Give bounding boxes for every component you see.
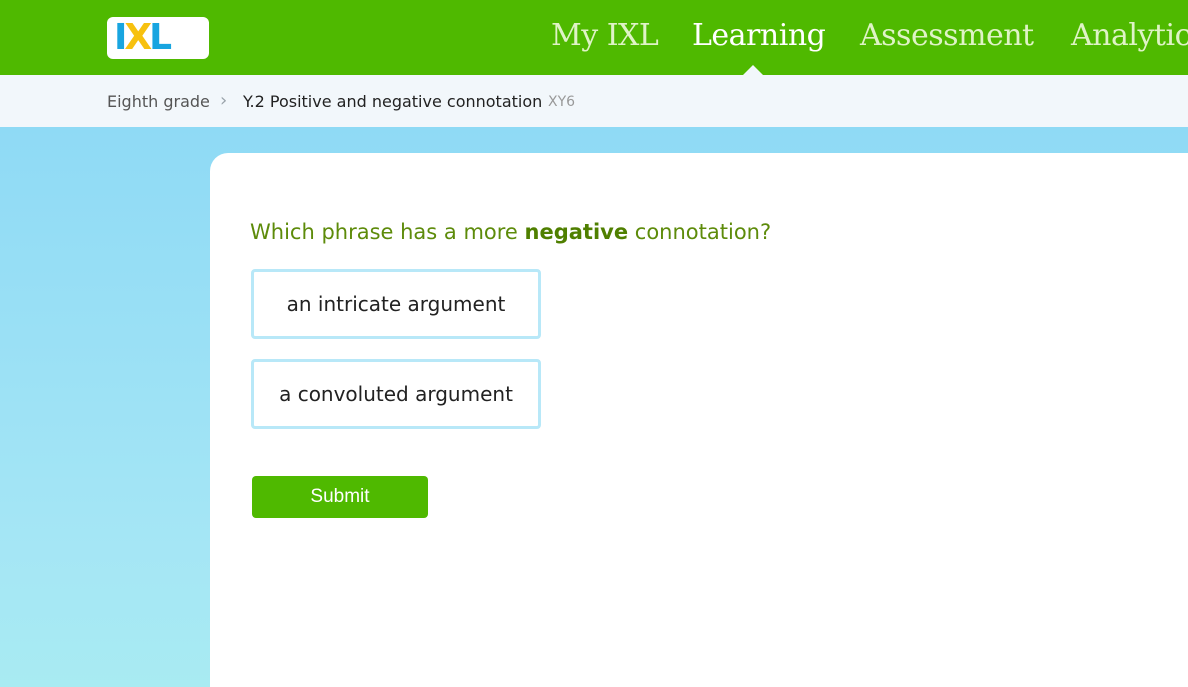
ixl-logo[interactable]: IXL — [107, 17, 209, 59]
skill-code: XY6 — [548, 94, 576, 110]
logo-letter-x: X — [124, 17, 152, 58]
question-prefix: Which phrase has a more — [250, 220, 525, 244]
nav-learning[interactable]: Learning — [692, 18, 826, 53]
logo-letter-i: I — [114, 17, 128, 58]
question-suffix: connotation? — [628, 220, 772, 244]
answer-choice-2[interactable]: a convoluted argument — [251, 359, 541, 429]
submit-button[interactable]: Submit — [252, 476, 428, 518]
logo-letter-l: L — [149, 17, 172, 58]
breadcrumb-skill: Y.2 Positive and negative connotation — [243, 92, 543, 111]
answer-choice-1[interactable]: an intricate argument — [251, 269, 541, 339]
nav-my-ixl[interactable]: My IXL — [551, 18, 659, 53]
nav-assessment[interactable]: Assessment — [860, 18, 1034, 53]
breadcrumb: Eighth grade › Y.2 Positive and negative… — [0, 75, 1188, 127]
question-emphasis: negative — [524, 220, 629, 244]
breadcrumb-grade[interactable]: Eighth grade — [107, 92, 210, 111]
question-text: Which phrase has a more negative connota… — [250, 220, 771, 244]
chevron-right-icon: › — [220, 90, 228, 111]
top-nav-bar: IXL My IXL Learning Assessment Analytics — [0, 0, 1188, 75]
active-tab-caret-icon — [743, 65, 763, 75]
nav-analytics[interactable]: Analytics — [1071, 18, 1188, 53]
